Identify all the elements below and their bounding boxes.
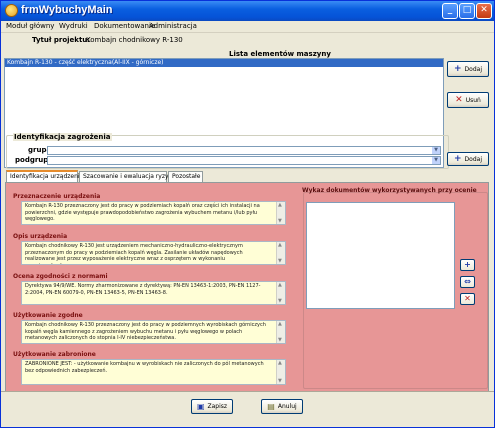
section-title: Ocena zgodności z normami: [13, 273, 108, 280]
plus-icon: +: [454, 153, 462, 164]
tab-szacowanie[interactable]: Szacowanie i ewaluacja ryzyka: [79, 171, 176, 182]
window-title: frmWybuchyMain: [21, 4, 113, 16]
main-window: frmWybuchyMain _ □ ✕ Moduł główny Wydruk…: [0, 0, 495, 428]
delete-document-icon[interactable]: ✕: [460, 293, 475, 305]
minimize-button[interactable]: _: [442, 3, 458, 19]
remove-element-button[interactable]: ✕ Usuń: [447, 92, 489, 108]
swap-arrows-icon[interactable]: ⇔: [460, 276, 475, 288]
add-document-icon[interactable]: +: [460, 259, 475, 271]
section-title: Użytkowanie zabronione: [13, 351, 96, 358]
title-bar[interactable]: frmWybuchyMain _ □ ✕: [1, 1, 494, 21]
app-icon: [5, 4, 18, 17]
maximize-button[interactable]: □: [459, 3, 475, 19]
scrollbar[interactable]: [276, 282, 285, 304]
scrollbar[interactable]: [276, 321, 285, 343]
exit-door-icon: ▤: [267, 402, 275, 411]
menu-item-dokumentowanie[interactable]: Dokumentowanie: [94, 22, 155, 30]
section-title: Przeznaczenie urządzenia: [13, 193, 101, 200]
floppy-disk-icon: ▣: [196, 402, 205, 411]
conformity-textarea[interactable]: Dyrektywa 94/9/WE. Normy zharmonizowane …: [21, 281, 286, 305]
documents-list[interactable]: [306, 202, 455, 309]
section-title: Opis urządzenia: [13, 233, 68, 240]
cancel-button[interactable]: ▤ Anuluj: [261, 399, 303, 414]
menu-item-administracja[interactable]: Administracja: [149, 22, 197, 30]
plus-icon: +: [454, 63, 462, 74]
chevron-down-icon[interactable]: ▼: [432, 147, 440, 154]
tab-pozostale[interactable]: Pozostałe: [168, 171, 203, 182]
chevron-down-icon[interactable]: ▼: [432, 157, 440, 164]
scrollbar[interactable]: [276, 202, 285, 224]
scrollbar[interactable]: [276, 242, 285, 264]
identification-title: Identyfikacja zagrożenia: [13, 133, 112, 141]
list-item[interactable]: Kombajn R-130 - część elektryczna(Al-IIX…: [5, 59, 443, 67]
purpose-textarea[interactable]: Kombajn R-130 przeznaczony jest do pracy…: [21, 201, 286, 225]
scrollbar[interactable]: [276, 360, 285, 384]
save-button[interactable]: ▣ Zapisz: [191, 399, 233, 414]
add-element-button[interactable]: + Dodaj: [447, 61, 489, 77]
list-header: Lista elementów maszyny: [229, 50, 331, 58]
documents-title: Wykaz dokumentów wykorzystywanych przy o…: [302, 187, 477, 194]
project-label: Tytuł projektu:: [32, 36, 91, 44]
x-icon: ✕: [455, 94, 463, 105]
description-textarea[interactable]: Kombajn chodnikowy R-130 jest urządzenie…: [21, 241, 286, 265]
menu-bar: Moduł główny Wydruki Dokumentowanie Admi…: [1, 21, 494, 33]
close-button[interactable]: ✕: [476, 3, 492, 19]
prohibited-use-textarea[interactable]: ZABRONIONE JEST: - użytkowanie kombajnu …: [21, 359, 286, 385]
project-value: Kombajn chodnikowy R-130: [86, 36, 183, 44]
group-select[interactable]: ▼: [47, 146, 441, 155]
menu-item-modul[interactable]: Moduł główny: [6, 22, 54, 30]
section-title: Użytkowanie zgodne: [13, 312, 83, 319]
menu-item-wydruki[interactable]: Wydruki: [59, 22, 88, 30]
add-hazard-button[interactable]: + Dodaj: [447, 152, 489, 166]
divider: [1, 391, 494, 392]
intended-use-textarea[interactable]: Kombajn chodnikowy R-130 przeznaczony je…: [21, 320, 286, 344]
subgroup-select[interactable]: ▼: [47, 156, 441, 165]
